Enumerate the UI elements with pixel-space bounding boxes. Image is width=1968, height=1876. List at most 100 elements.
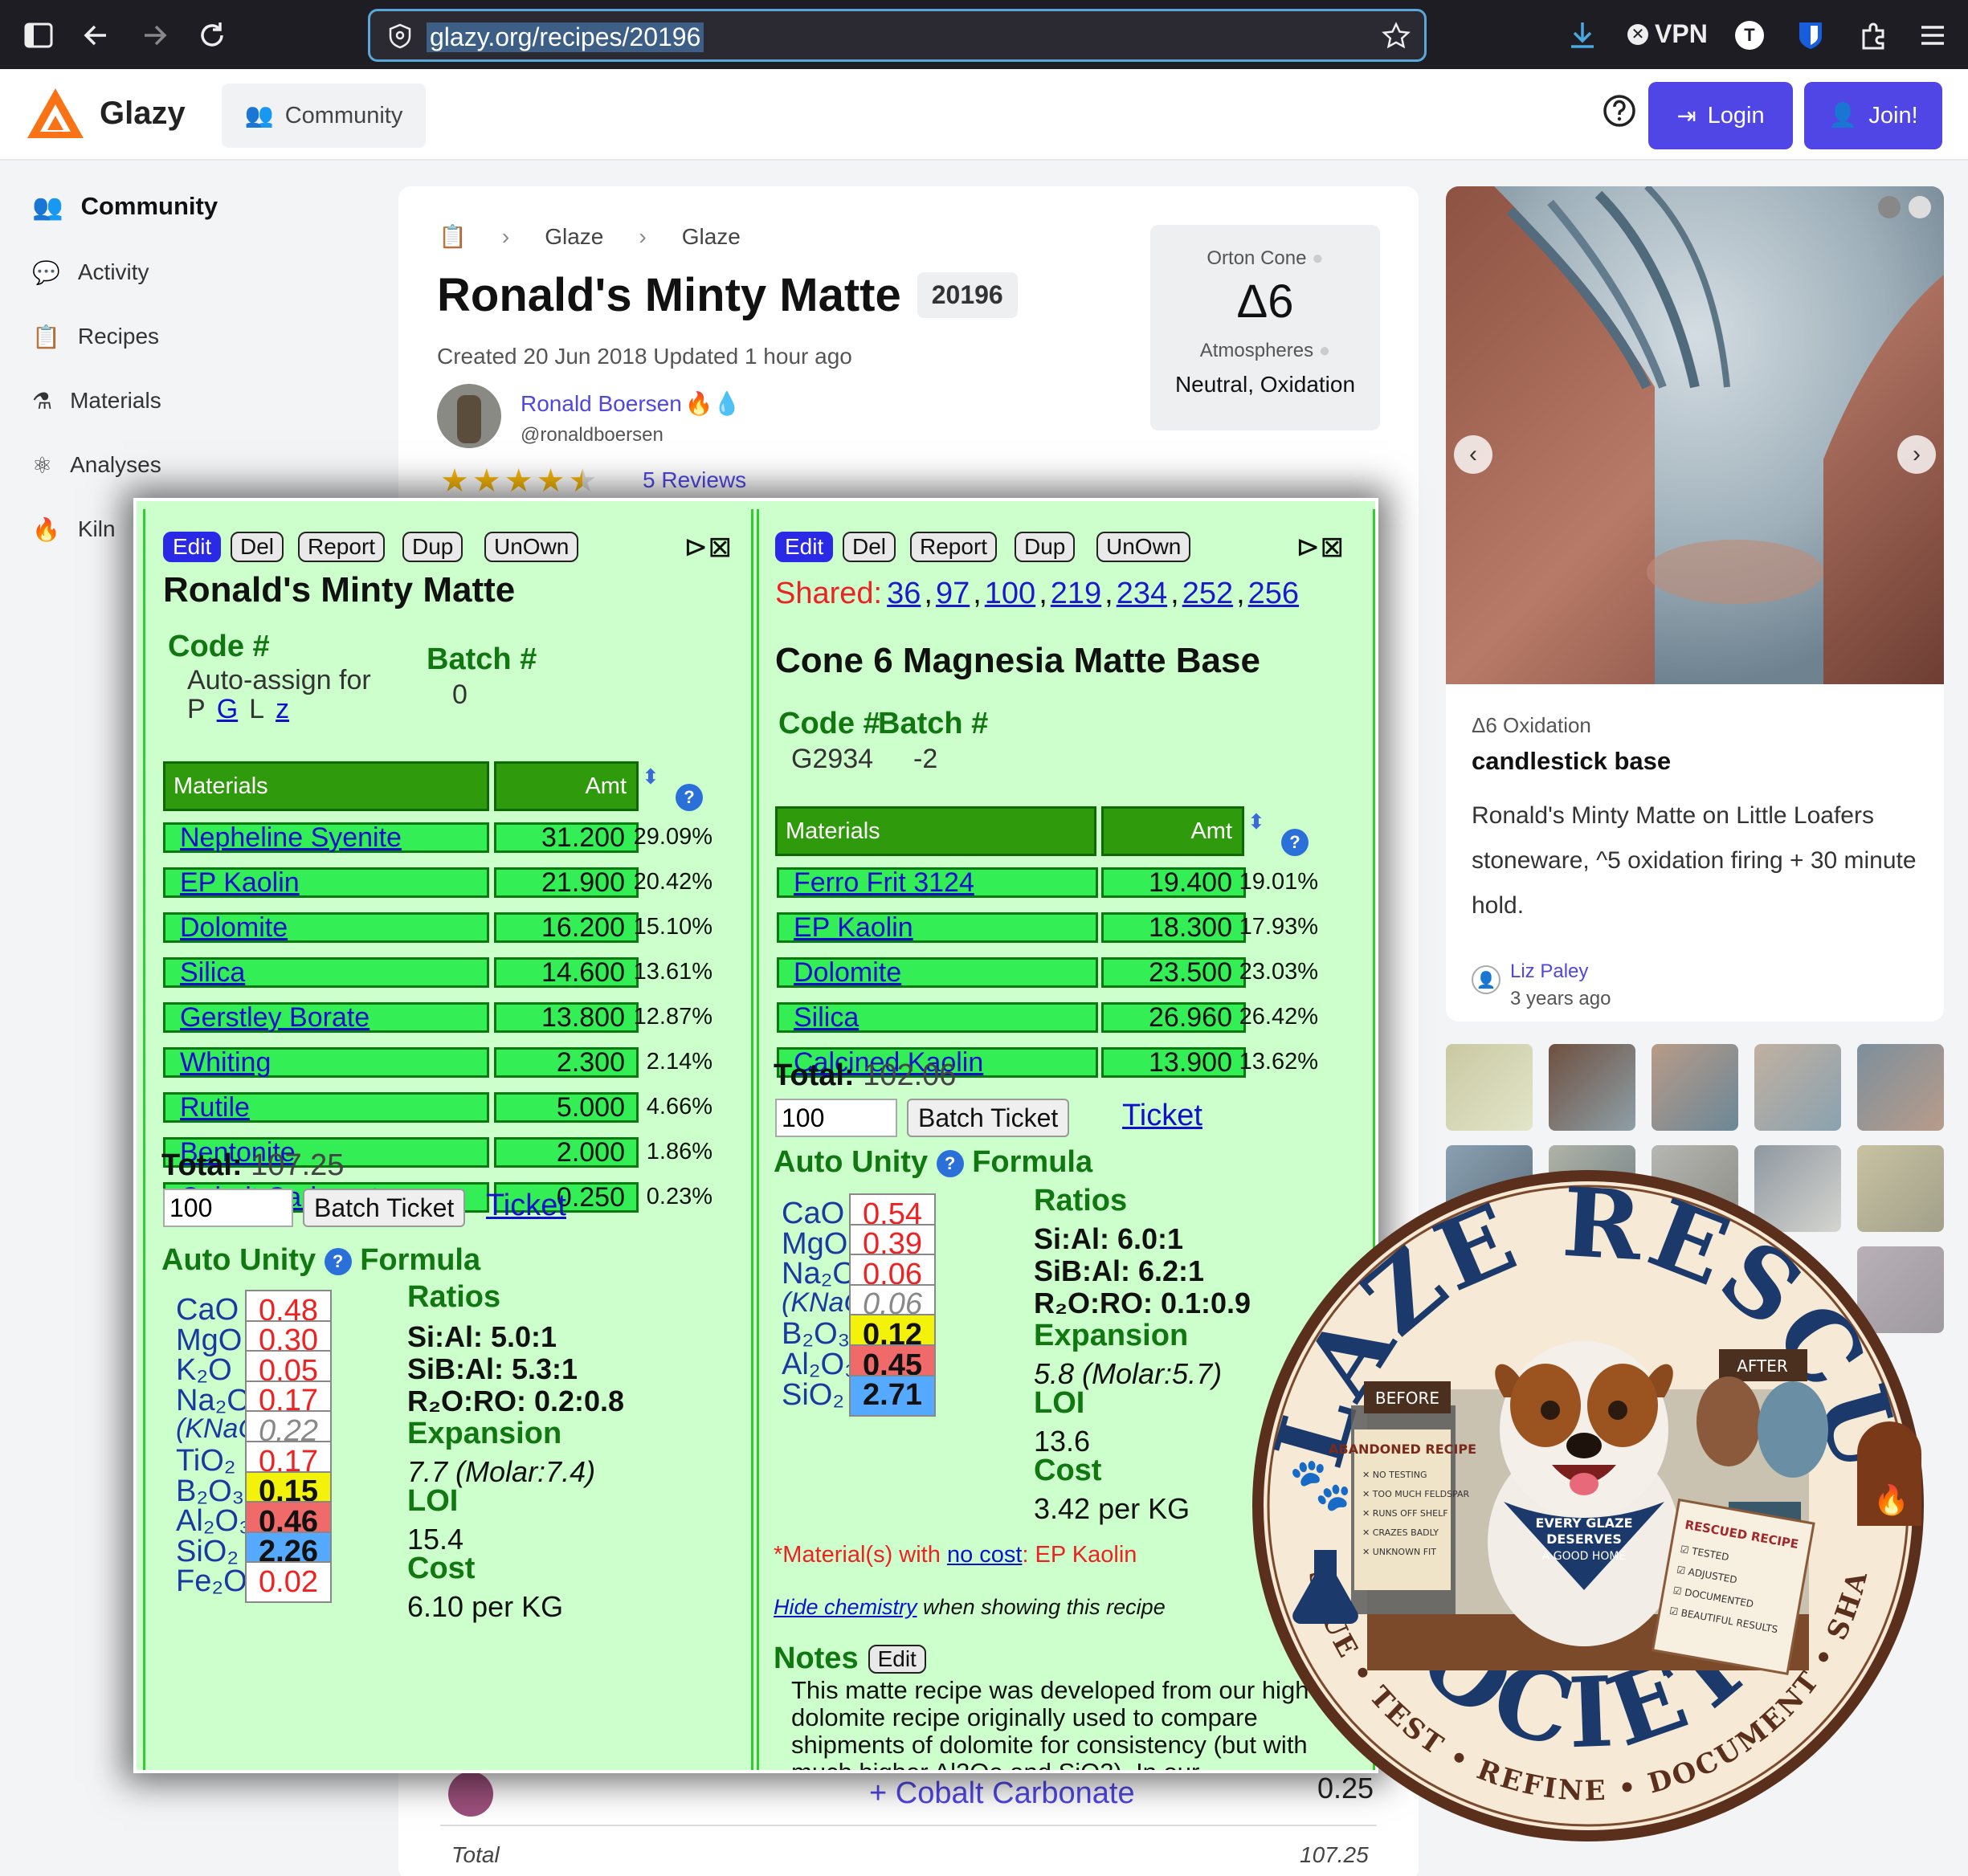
shared-recipe-link[interactable]: 234 [1117,577,1167,611]
thumbnail[interactable] [1652,1044,1738,1131]
help-icon[interactable]: ? [936,1149,964,1177]
login-button[interactable]: ⇥ Login [1648,82,1793,149]
glaze-photo[interactable]: ‹ › [1446,186,1944,684]
thumbnail[interactable] [1857,1044,1944,1131]
join-button[interactable]: 👤 Join! [1804,82,1942,149]
community-tab[interactable]: 👥 Community [222,84,426,148]
report-button[interactable]: Report [298,532,386,562]
batch-ticket-button[interactable]: Batch Ticket [907,1099,1070,1137]
batch-size-input[interactable] [163,1189,293,1227]
help-icon[interactable]: ? [1281,829,1309,856]
next-image-icon[interactable]: › [1897,435,1936,474]
sort-icon[interactable]: ⬍ [1247,810,1265,834]
author-link[interactable]: Ronald Boersen [521,391,682,417]
thumbnail[interactable] [1446,1044,1533,1131]
sidebar-toggle-icon[interactable] [21,18,56,53]
amount-header[interactable]: Amt [494,761,639,811]
edit-button[interactable]: Edit [163,532,222,562]
menu-icon[interactable] [1915,18,1950,53]
hide-chemistry-link[interactable]: Hide chemistry [774,1595,917,1619]
edit-button[interactable]: Edit [775,532,834,562]
author-avatar[interactable] [437,384,501,448]
photo-user-link[interactable]: Liz Paley [1510,960,1588,983]
extensions-icon[interactable] [1856,18,1891,53]
breadcrumb-item[interactable]: Glaze [545,224,603,250]
author-name[interactable]: Ronald Boersen 🔥💧 [521,390,741,417]
shared-recipe-link[interactable]: 97 [936,577,970,611]
expand-close-icon[interactable]: ⊳⊠ [684,530,732,564]
duplicate-button[interactable]: Dup [1015,532,1076,562]
code-link-g[interactable]: G [217,694,238,725]
reload-icon[interactable] [194,18,230,53]
shared-recipe-link[interactable]: 219 [1051,577,1101,611]
help-icon[interactable] [1602,93,1637,128]
glazy-logo[interactable]: Glazy [26,87,186,140]
ticket-link[interactable]: Ticket [486,1189,566,1223]
material-row-name[interactable]: Silica [163,957,489,988]
duplicate-button[interactable]: Dup [402,532,463,562]
help-icon[interactable]: ? [324,1247,352,1275]
forward-icon[interactable] [137,18,172,53]
report-button[interactable]: Report [910,532,998,562]
amount-header[interactable]: Amt [1101,806,1244,856]
prev-image-icon[interactable]: ‹ [1454,435,1492,474]
delete-button[interactable]: Del [843,532,896,562]
cobalt-carbonate-link[interactable]: + Cobalt Carbonate [869,1776,1135,1811]
material-link[interactable]: Gerstley Borate [165,1002,370,1034]
shared-recipe-link[interactable]: 256 [1248,577,1299,611]
material-link[interactable]: Nepheline Syenite [165,822,402,854]
material-link[interactable]: Whiting [165,1047,271,1079]
material-row-name[interactable]: Silica [777,1002,1098,1033]
shared-recipe-link[interactable]: 36 [887,577,921,611]
material-link[interactable]: Rutile [165,1092,250,1124]
material-row-name[interactable]: Ferro Frit 3124 [777,867,1098,898]
carousel-dot[interactable] [1909,196,1931,218]
material-row-name[interactable]: EP Kaolin [777,912,1098,943]
shared-recipe-link[interactable]: 252 [1182,577,1233,611]
thumbnail[interactable] [1549,1044,1635,1131]
shared-recipe-link[interactable]: 100 [985,577,1035,611]
unown-button[interactable]: UnOwn [1096,532,1191,562]
delete-button[interactable]: Del [231,532,284,562]
bitwarden-icon[interactable] [1793,18,1828,53]
material-link[interactable]: Silica [779,1002,859,1034]
breadcrumb-item[interactable]: Glaze [682,224,741,250]
sidebar-item-activity[interactable]: 💬 Activity [32,252,149,292]
material-row-name[interactable]: Rutile [163,1092,489,1123]
sidebar-item-community[interactable]: 👥 Community [32,186,218,226]
vpn-button[interactable]: ✕ VPN [1627,19,1708,49]
carousel-dot[interactable] [1878,196,1901,218]
reviews-link[interactable]: 5 Reviews [643,467,746,493]
material-link[interactable]: Dolomite [165,912,288,944]
notes-edit-button[interactable]: Edit [868,1644,926,1674]
bookmark-star-icon[interactable] [1381,21,1411,51]
thumbnail[interactable] [1754,1044,1841,1131]
sidebar-item-kiln[interactable]: 🔥 Kiln [32,509,116,549]
sort-icon[interactable]: ⬍ [642,765,659,789]
address-bar[interactable]: glazy.org/recipes/20196 [368,9,1427,62]
batch-size-input[interactable] [775,1099,897,1137]
unown-button[interactable]: UnOwn [484,532,579,562]
material-link[interactable]: Ferro Frit 3124 [779,867,974,899]
batch-ticket-button[interactable]: Batch Ticket [303,1189,466,1227]
sidebar-item-analyses[interactable]: ⚛ Analyses [32,445,161,485]
material-link[interactable]: EP Kaolin [165,867,300,899]
material-row-name[interactable]: Whiting [163,1047,489,1078]
material-row-name[interactable]: Dolomite [777,957,1098,988]
material-row-name[interactable]: Gerstley Borate [163,1002,489,1033]
no-cost-link[interactable]: no cost [947,1542,1023,1568]
ticket-link[interactable]: Ticket [1122,1099,1202,1133]
sidebar-item-materials[interactable]: ⚗ Materials [32,381,161,421]
profile-avatar[interactable]: T [1735,21,1764,50]
material-row-name[interactable]: Dolomite [163,912,489,943]
material-link[interactable]: EP Kaolin [779,912,913,944]
expand-close-icon[interactable]: ⊳⊠ [1296,530,1344,564]
material-link[interactable]: Silica [165,957,245,989]
material-row-name[interactable]: Nepheline Syenite [163,822,489,853]
download-icon[interactable] [1565,18,1600,53]
help-icon[interactable]: ? [676,784,703,811]
back-icon[interactable] [79,18,114,53]
material-row-name[interactable]: EP Kaolin [163,867,489,898]
code-link-z[interactable]: z [276,694,289,725]
material-link[interactable]: Dolomite [779,957,901,989]
